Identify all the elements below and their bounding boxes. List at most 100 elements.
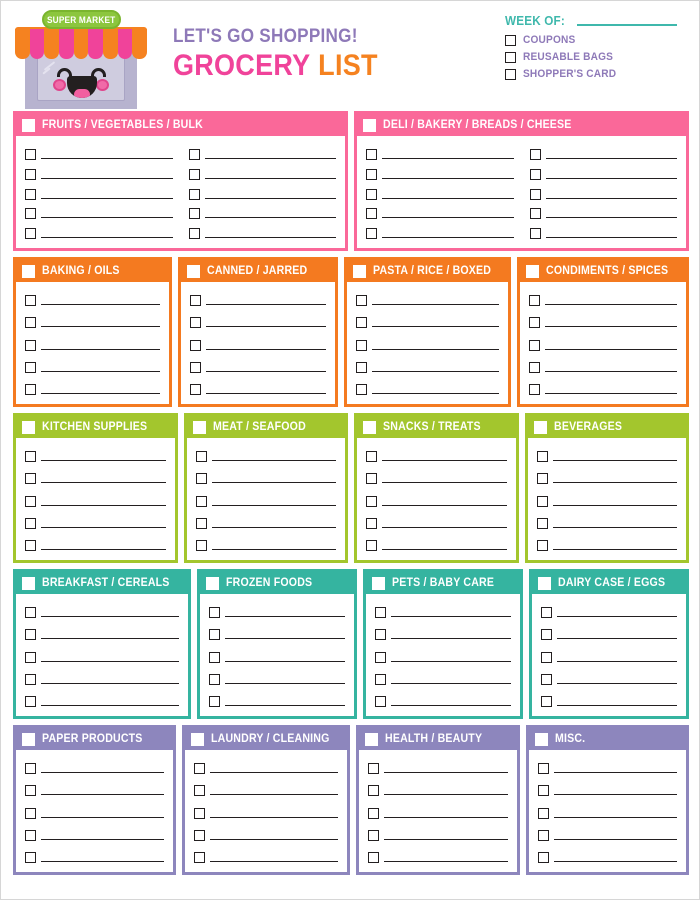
checkbox-icon[interactable] bbox=[366, 451, 377, 462]
checkbox-icon[interactable] bbox=[25, 540, 36, 551]
checkbox-icon[interactable] bbox=[190, 384, 202, 395]
item-write-line[interactable] bbox=[210, 838, 339, 840]
item-write-line[interactable] bbox=[41, 816, 165, 818]
list-item[interactable] bbox=[529, 289, 678, 307]
list-item[interactable] bbox=[368, 802, 508, 820]
item-write-line[interactable] bbox=[204, 197, 336, 199]
list-item[interactable] bbox=[208, 646, 345, 664]
item-write-line[interactable] bbox=[382, 217, 514, 219]
list-item[interactable] bbox=[540, 668, 677, 686]
checkbox-icon[interactable] bbox=[355, 384, 367, 395]
checkbox-icon[interactable] bbox=[505, 34, 516, 46]
list-item[interactable] bbox=[208, 668, 345, 686]
checkbox-icon[interactable] bbox=[195, 540, 207, 551]
checkbox-icon[interactable] bbox=[366, 495, 377, 507]
item-write-line[interactable] bbox=[211, 526, 336, 528]
checkbox-icon[interactable] bbox=[25, 339, 36, 351]
item-write-line[interactable] bbox=[553, 816, 677, 818]
list-item[interactable] bbox=[355, 289, 500, 307]
checkbox-icon[interactable] bbox=[529, 384, 541, 395]
item-write-line[interactable] bbox=[204, 158, 336, 159]
item-write-line[interactable] bbox=[556, 616, 677, 617]
list-item[interactable] bbox=[529, 183, 677, 201]
checkbox-icon[interactable] bbox=[366, 517, 377, 529]
item-write-line[interactable] bbox=[41, 177, 173, 179]
list-item[interactable] bbox=[25, 490, 166, 508]
list-item[interactable] bbox=[355, 378, 500, 396]
list-item[interactable] bbox=[194, 802, 339, 820]
item-write-line[interactable] bbox=[206, 393, 326, 394]
list-item[interactable] bbox=[195, 467, 336, 485]
checkbox-icon[interactable] bbox=[540, 629, 552, 641]
checkbox-icon[interactable] bbox=[366, 208, 377, 220]
list-item[interactable] bbox=[366, 163, 514, 181]
item-write-line[interactable] bbox=[553, 772, 677, 773]
item-write-line[interactable] bbox=[382, 158, 514, 159]
item-write-line[interactable] bbox=[556, 638, 677, 640]
checkbox-icon[interactable] bbox=[195, 451, 207, 462]
item-write-line[interactable] bbox=[211, 460, 336, 461]
list-item[interactable] bbox=[537, 779, 677, 797]
list-item[interactable] bbox=[25, 757, 165, 775]
checkbox-icon[interactable] bbox=[188, 228, 200, 239]
list-item[interactable] bbox=[190, 311, 326, 329]
checkbox-icon[interactable] bbox=[25, 673, 36, 685]
list-item[interactable] bbox=[195, 490, 336, 508]
item-write-line[interactable] bbox=[556, 660, 677, 662]
list-item[interactable] bbox=[25, 289, 161, 307]
item-write-line[interactable] bbox=[41, 861, 165, 862]
checkbox-icon[interactable] bbox=[529, 361, 541, 373]
checkbox-icon[interactable] bbox=[537, 829, 549, 841]
checkbox-icon[interactable] bbox=[537, 763, 549, 774]
item-write-line[interactable] bbox=[552, 482, 677, 484]
checkbox-icon[interactable] bbox=[529, 228, 541, 239]
list-item[interactable] bbox=[536, 445, 677, 463]
checkbox-icon[interactable] bbox=[25, 317, 36, 329]
checkbox-icon[interactable] bbox=[374, 696, 386, 707]
checkbox-icon[interactable] bbox=[366, 149, 377, 160]
list-item[interactable] bbox=[208, 690, 345, 708]
list-item[interactable] bbox=[25, 143, 173, 161]
list-item[interactable] bbox=[188, 222, 336, 240]
item-write-line[interactable] bbox=[390, 682, 511, 684]
checkbox-icon[interactable] bbox=[190, 339, 202, 351]
list-item[interactable] bbox=[366, 512, 507, 530]
checkbox-icon[interactable] bbox=[536, 517, 548, 529]
list-item[interactable] bbox=[374, 601, 511, 619]
list-item[interactable] bbox=[208, 601, 345, 619]
list-item[interactable] bbox=[529, 163, 677, 181]
list-item[interactable] bbox=[355, 334, 500, 352]
checkbox-icon[interactable] bbox=[505, 51, 516, 63]
checkbox-icon[interactable] bbox=[366, 188, 377, 200]
checkbox-icon[interactable] bbox=[25, 149, 36, 160]
checkbox-icon[interactable] bbox=[25, 384, 36, 395]
checkbox-icon[interactable] bbox=[366, 228, 377, 239]
item-write-line[interactable] bbox=[390, 638, 511, 640]
item-write-line[interactable] bbox=[41, 660, 179, 662]
checkbox-icon[interactable] bbox=[208, 651, 220, 663]
list-item[interactable] bbox=[529, 222, 677, 240]
item-write-line[interactable] bbox=[390, 660, 511, 662]
item-write-line[interactable] bbox=[224, 616, 345, 617]
list-item[interactable] bbox=[188, 143, 336, 161]
checkbox-icon[interactable] bbox=[25, 495, 36, 507]
list-item[interactable] bbox=[355, 311, 500, 329]
checkbox-icon[interactable] bbox=[536, 540, 548, 551]
list-item[interactable] bbox=[368, 757, 508, 775]
list-item[interactable] bbox=[374, 623, 511, 641]
list-item[interactable] bbox=[25, 802, 165, 820]
item-write-line[interactable] bbox=[41, 794, 165, 796]
list-item[interactable] bbox=[190, 289, 326, 307]
list-item[interactable] bbox=[194, 824, 339, 842]
item-write-line[interactable] bbox=[545, 304, 678, 305]
list-item[interactable] bbox=[188, 163, 336, 181]
list-item[interactable] bbox=[536, 467, 677, 485]
checkbox-icon[interactable] bbox=[355, 317, 367, 329]
item-write-line[interactable] bbox=[382, 504, 507, 506]
checkbox-icon[interactable] bbox=[366, 473, 377, 485]
checkbox-icon[interactable] bbox=[25, 829, 36, 841]
checkbox-icon[interactable] bbox=[374, 607, 386, 618]
list-item[interactable] bbox=[190, 334, 326, 352]
checkbox-icon[interactable] bbox=[208, 673, 220, 685]
item-write-line[interactable] bbox=[545, 370, 678, 372]
